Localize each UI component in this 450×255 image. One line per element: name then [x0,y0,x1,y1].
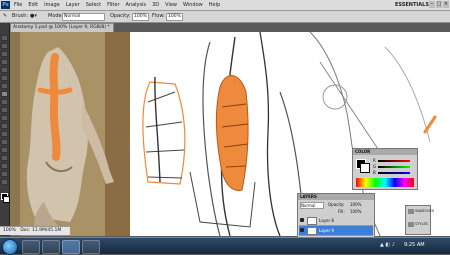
flow-label: Flow: [152,13,165,19]
taskbar-app-icon[interactable] [82,240,100,254]
reference-photo [10,32,130,236]
lasso-tool-icon[interactable] [1,51,8,57]
eraser-tool-icon[interactable] [1,115,8,121]
zoom-tool-icon[interactable] [1,179,8,185]
background-color-swatch[interactable] [3,196,10,203]
sketch-layer [130,32,450,236]
layer-row-selected[interactable]: Layer 9 [299,226,373,236]
taskbar-clock[interactable]: 9:25 AM [404,242,425,248]
green-slider[interactable] [378,166,410,168]
hand-tool-icon[interactable] [1,171,8,177]
menu-bar: Ps File Edit Image Layer Select Filter A… [0,0,450,11]
blue-slider[interactable] [378,172,410,174]
menu-view[interactable]: View [165,2,177,8]
menu-select[interactable]: Select [86,2,101,8]
color-panel: COLOR R G B [352,148,418,190]
document-canvas[interactable] [10,32,450,236]
flow-input[interactable]: 100% [166,13,183,21]
menu-window[interactable]: Window [183,2,203,8]
document-size: Doc: 11.9M/45.1M [20,228,62,233]
shape-tool-icon[interactable] [1,163,8,169]
photoshop-logo-icon: Ps [1,1,10,9]
brush-tool-icon[interactable] [1,91,8,97]
marquee-tool-icon[interactable] [1,43,8,49]
clone-stamp-tool-icon[interactable] [1,99,8,105]
brush-label: Brush: [12,13,29,19]
blue-label: B [373,170,376,175]
taskbar-photoshop-icon[interactable] [62,240,80,254]
window-controls: – □ × [428,1,449,8]
layer-thumbnail [307,217,317,225]
maximize-icon[interactable]: □ [436,1,442,8]
layer-name: Layer 8 [319,218,334,223]
swatches-tab[interactable]: SWATCHES [415,209,434,213]
workspace-switcher[interactable]: ESSENTIALS [395,2,429,8]
eye-icon[interactable] [300,218,304,222]
eyedropper-tool-icon[interactable] [1,75,8,81]
swatches-icon[interactable] [408,209,414,214]
path-select-tool-icon[interactable] [1,155,8,161]
layer-opacity-value[interactable]: 100% [350,202,361,207]
layer-fill-label: Fill: [338,209,345,214]
close-icon[interactable]: × [443,1,449,8]
pen-tool-icon[interactable] [1,139,8,145]
options-bar: ✎ Brush: ●▾ Mode: Normal Opacity: 100% F… [0,11,450,23]
eye-icon[interactable] [300,228,304,232]
green-label: G [373,164,377,169]
layers-panel-title: LAYERS [298,194,374,200]
color-bg-swatch[interactable] [360,163,370,173]
dodge-tool-icon[interactable] [1,131,8,137]
opacity-label: Opacity: [110,13,131,19]
menu-layer[interactable]: Layer [66,2,80,8]
menu-filter[interactable]: Filter [107,2,119,8]
color-spectrum-ramp[interactable] [356,178,414,187]
menu-image[interactable]: Image [44,2,60,8]
type-tool-icon[interactable] [1,147,8,153]
menu-edit[interactable]: Edit [28,2,38,8]
crop-tool-icon[interactable] [1,67,8,73]
taskbar-media-icon[interactable] [42,240,60,254]
layer-name: Layer 9 [319,228,334,233]
menu-file[interactable]: File [14,2,22,8]
color-panel-title: COLOR [353,149,417,155]
right-dock: SWATCHES STYLES [405,205,434,235]
styles-tab[interactable]: STYLES [415,222,428,226]
move-tool-icon[interactable] [1,35,8,41]
windows-taskbar: ▲ ◧ ♪ 9:25 AM [0,237,450,255]
menu-3d[interactable]: 3D [152,2,159,8]
layer-row[interactable]: Layer 8 [299,216,373,226]
history-brush-tool-icon[interactable] [1,107,8,113]
tools-panel [0,23,10,236]
menu-analysis[interactable]: Analysis [126,2,147,8]
red-slider[interactable] [378,160,410,162]
brush-tool-icon[interactable]: ✎ [3,13,7,19]
gradient-tool-icon[interactable] [1,123,8,129]
layer-fill-value[interactable]: 100% [350,209,361,214]
minimize-icon[interactable]: – [429,1,435,8]
menu-help[interactable]: Help [209,2,220,8]
opacity-input[interactable]: 100% [132,13,149,21]
styles-icon[interactable] [408,222,414,227]
taskbar-explorer-icon[interactable] [22,240,40,254]
layer-opacity-label: Opacity: [328,202,345,207]
blend-mode-select[interactable]: Normal [300,202,324,209]
red-label: R [373,158,376,163]
layer-thumbnail [307,227,317,235]
layers-panel: LAYERS Normal Opacity: 100% Fill: 100% L… [297,193,375,238]
mode-select[interactable]: Normal [62,13,105,21]
menu-list: File Edit Image Layer Select Filter Anal… [14,2,226,8]
healing-tool-icon[interactable] [1,83,8,89]
quick-select-tool-icon[interactable] [1,59,8,65]
brush-preset-picker[interactable]: ●▾ [30,13,37,19]
zoom-level[interactable]: 100% [3,228,16,233]
status-bar: 100% Doc: 11.9M/45.1M [0,226,70,235]
system-tray-icons[interactable]: ▲ ◧ ♪ [380,242,395,248]
